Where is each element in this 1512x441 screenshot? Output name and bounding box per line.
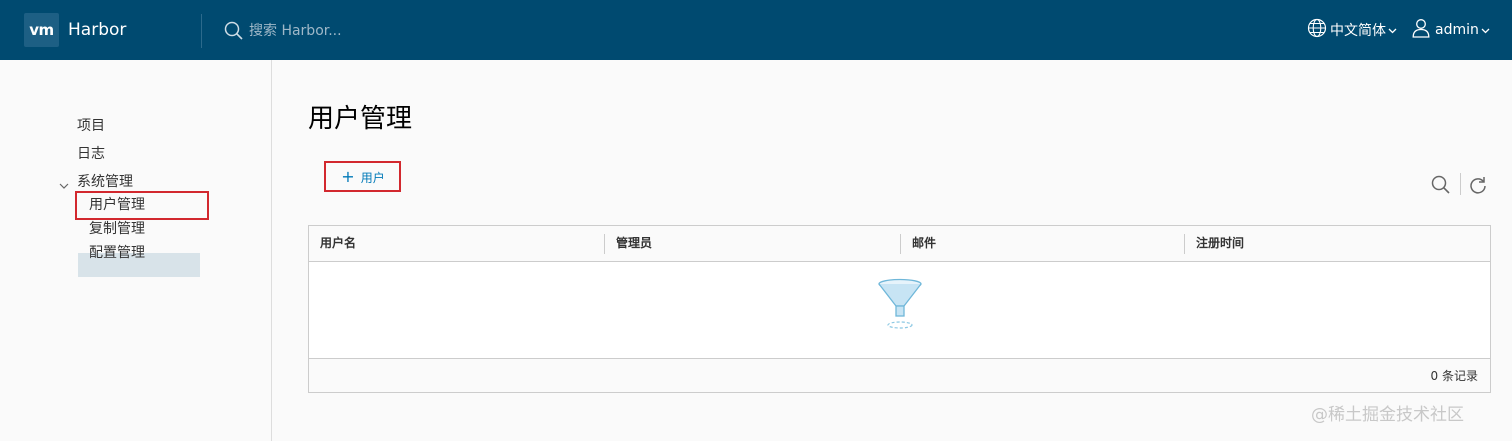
toolbar-divider: [1460, 173, 1461, 195]
table-header: 用户名 管理员 邮件 注册时间: [309, 226, 1490, 262]
language-label: 中文简体: [1330, 23, 1386, 39]
table-footer: 0 条记录: [309, 358, 1490, 392]
user-icon: [1411, 18, 1431, 42]
search-input[interactable]: [249, 20, 449, 42]
column-header-admin[interactable]: 管理员: [605, 226, 900, 262]
search-icon[interactable]: [1430, 174, 1452, 196]
search-icon: [224, 21, 244, 41]
language-selector[interactable]: 中文简体: [1307, 18, 1397, 42]
globe-icon: [1307, 18, 1327, 42]
username-label: admin: [1435, 22, 1479, 38]
chevron-down-icon: [1481, 22, 1490, 38]
page-title: 用户管理: [308, 104, 413, 134]
add-user-button[interactable]: + 用户: [326, 162, 400, 192]
sidebar-item-user-management[interactable]: 用户管理: [89, 195, 145, 215]
record-count: 0 条记录: [1430, 369, 1478, 383]
header-divider: [201, 14, 202, 48]
users-datagrid: 用户名 管理员 邮件 注册时间 0 条记录: [308, 225, 1491, 393]
sidebar-nav: 项目 日志 系统管理 用户管理 复制管理 配置管理: [0, 60, 272, 441]
sidebar-item-logs[interactable]: 日志: [77, 144, 105, 164]
add-user-label: 用户: [360, 170, 385, 185]
top-header: vm Harbor 中文简体 admin: [0, 0, 1512, 60]
column-header-username[interactable]: 用户名: [309, 226, 604, 262]
column-header-registration-time[interactable]: 注册时间: [1185, 226, 1490, 262]
vmware-logo[interactable]: vm: [24, 13, 59, 47]
plus-icon: +: [341, 167, 355, 186]
sidebar-group-administration[interactable]: 系统管理: [77, 172, 133, 192]
sidebar-item-replication[interactable]: 复制管理: [89, 219, 145, 239]
refresh-icon[interactable]: [1467, 174, 1489, 196]
global-search: [224, 20, 449, 42]
chevron-down-icon: [1388, 22, 1397, 38]
brand-name[interactable]: Harbor: [68, 19, 126, 41]
column-header-email[interactable]: 邮件: [901, 226, 1184, 262]
filter-icon: [877, 278, 923, 332]
sidebar-item-projects[interactable]: 项目: [77, 116, 105, 136]
chevron-down-icon[interactable]: [58, 177, 70, 189]
watermark: @稀土掘金技术社区: [1311, 405, 1464, 425]
sidebar-item-configuration[interactable]: 配置管理: [89, 243, 145, 263]
user-menu[interactable]: admin: [1411, 19, 1490, 41]
